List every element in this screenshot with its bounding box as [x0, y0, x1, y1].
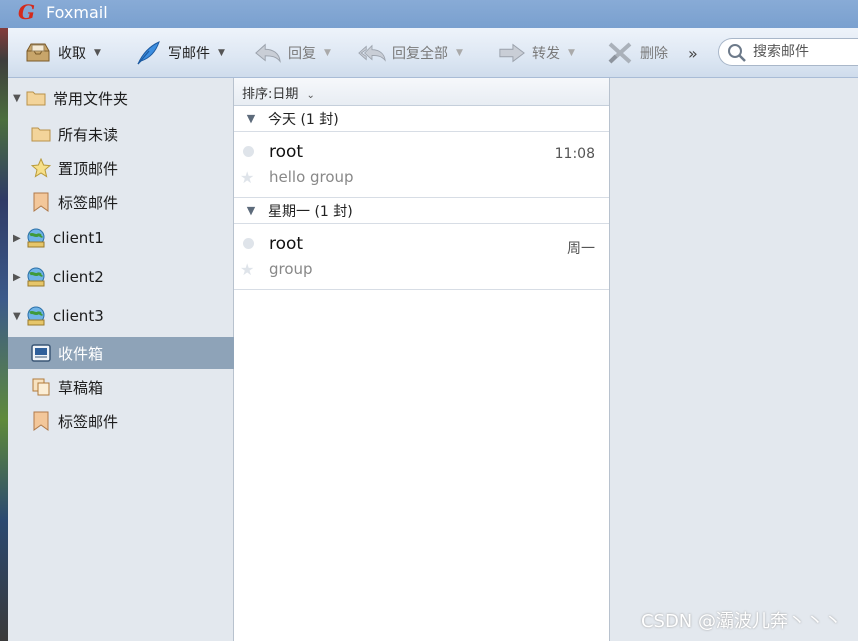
watermark: CSDN @灞波儿奔丶丶丶: [640, 611, 842, 632]
sidebar-item-client1[interactable]: ▶ client1: [8, 222, 234, 254]
sidebar-item-label: 所有未读: [58, 125, 119, 144]
account-globe-icon: [25, 227, 47, 249]
sidebar-item-label: 标签邮件: [58, 412, 119, 431]
title-bar: G Foxmail: [0, 0, 858, 28]
reply-arrow-icon: [254, 39, 282, 67]
star-icon[interactable]: ★: [240, 260, 254, 279]
sidebar-item-label: 草稿箱: [58, 378, 104, 397]
delete-x-icon: [606, 39, 634, 67]
receive-label: 收取: [58, 46, 86, 62]
sidebar-item-label: client1: [53, 229, 104, 247]
mail-list-pane: 排序:日期 ⌄ ▼ 今天 (1 封) ★ root hello group 11…: [234, 78, 610, 641]
mail-sender: root: [269, 234, 304, 254]
sidebar-item-label: 置顶邮件: [58, 159, 119, 178]
sidebar-item-label: 标签邮件: [58, 193, 119, 212]
drafts-icon: [30, 376, 52, 398]
forward-button[interactable]: 转发 ▼: [498, 38, 575, 68]
sidebar-item-label: client2: [53, 268, 104, 286]
forward-label: 转发: [532, 46, 560, 62]
collapsed-arrow-icon[interactable]: ▶: [13, 272, 25, 283]
desktop-edge: [0, 0, 8, 641]
mail-sender: root: [269, 142, 304, 162]
sidebar-item-label: 常用文件夹: [53, 89, 129, 108]
sidebar-item-tagged[interactable]: 标签邮件: [8, 186, 234, 218]
folder-icon: [30, 123, 52, 145]
chevron-down-icon[interactable]: ▼: [324, 48, 331, 58]
sidebar-item-inbox[interactable]: 收件箱: [8, 337, 234, 369]
sidebar-item-pinned[interactable]: 置顶邮件: [8, 152, 234, 184]
forward-arrow-icon: [498, 39, 526, 67]
preview-pane: [610, 78, 858, 641]
group-header-label: 今天 (1 封): [268, 111, 339, 128]
group-header-monday[interactable]: ▼ 星期一 (1 封): [234, 198, 609, 224]
chevron-down-icon[interactable]: ▼: [218, 48, 225, 58]
expanded-arrow-icon[interactable]: ▼: [13, 93, 25, 104]
mail-time: 周一: [567, 241, 595, 257]
delete-button[interactable]: 删除: [606, 38, 668, 68]
inbox-tray-icon: [24, 39, 52, 67]
sidebar-item-tagged-client3[interactable]: 标签邮件: [8, 405, 234, 437]
sort-bar[interactable]: 排序:日期 ⌄: [234, 78, 609, 106]
chevron-down-icon[interactable]: ▼: [94, 48, 101, 58]
mail-list-item[interactable]: ★ root group 周一: [234, 224, 609, 290]
search-input[interactable]: [753, 43, 858, 61]
folder-sidebar: ▼ 常用文件夹 所有未读 置顶邮件 标签邮件 ▶ client1 ▶ clien…: [8, 78, 234, 641]
double-chevron-icon: »: [688, 43, 698, 63]
expanded-arrow-icon[interactable]: ▼: [234, 204, 268, 217]
sidebar-item-client3[interactable]: ▼ client3: [8, 300, 234, 332]
toolbar: 收取 ▼ 写邮件 ▼ 回复 ▼ 回复全部 ▼ 转发 ▼ 删除 » 搜索邮件: [8, 28, 858, 78]
folder-icon: [25, 87, 47, 109]
sort-label: 排序:日期: [242, 87, 299, 102]
sidebar-item-label: 收件箱: [58, 344, 104, 363]
sidebar-item-all-unread[interactable]: 所有未读: [8, 118, 234, 150]
search-icon: [727, 43, 747, 67]
more-button[interactable]: »: [688, 38, 698, 68]
mail-list-item[interactable]: ★ root hello group 11:08: [234, 132, 609, 198]
sidebar-item-label: client3: [53, 307, 104, 325]
unread-dot-icon[interactable]: [243, 238, 254, 249]
reply-all-button[interactable]: 回复全部 ▼: [358, 38, 463, 68]
bookmark-icon: [30, 191, 52, 213]
expanded-arrow-icon[interactable]: ▼: [234, 112, 268, 125]
reply-all-label: 回复全部: [392, 46, 448, 62]
reply-all-arrow-icon: [358, 39, 386, 67]
chevron-down-icon[interactable]: ⌄: [307, 90, 315, 101]
account-globe-icon: [25, 305, 47, 327]
compose-button[interactable]: 写邮件 ▼: [134, 38, 225, 68]
feather-pen-icon: [134, 39, 162, 67]
reply-label: 回复: [288, 46, 316, 62]
star-icon: [30, 157, 52, 179]
compose-label: 写邮件: [168, 46, 210, 62]
mail-subject: group: [269, 260, 313, 278]
chevron-down-icon[interactable]: ▼: [568, 48, 575, 58]
sidebar-item-common-folders[interactable]: ▼ 常用文件夹: [8, 82, 234, 114]
window-title: Foxmail: [46, 3, 108, 22]
group-header-today[interactable]: ▼ 今天 (1 封): [234, 106, 609, 132]
mail-subject: hello group: [269, 168, 354, 186]
search-box[interactable]: [718, 38, 858, 66]
bookmark-icon: [30, 410, 52, 432]
delete-label: 删除: [640, 46, 668, 62]
sidebar-item-client2[interactable]: ▶ client2: [8, 261, 234, 293]
unread-dot-icon[interactable]: [243, 146, 254, 157]
reply-button[interactable]: 回复 ▼: [254, 38, 331, 68]
star-icon[interactable]: ★: [240, 168, 254, 187]
expanded-arrow-icon[interactable]: ▼: [13, 311, 25, 322]
sidebar-item-drafts[interactable]: 草稿箱: [8, 371, 234, 403]
collapsed-arrow-icon[interactable]: ▶: [13, 233, 25, 244]
chevron-down-icon[interactable]: ▼: [456, 48, 463, 58]
foxmail-logo-icon: G: [18, 0, 36, 24]
inbox-icon: [30, 342, 52, 364]
group-header-label: 星期一 (1 封): [268, 203, 353, 220]
account-globe-icon: [25, 266, 47, 288]
mail-time: 11:08: [554, 146, 595, 162]
receive-button[interactable]: 收取 ▼: [24, 38, 101, 68]
